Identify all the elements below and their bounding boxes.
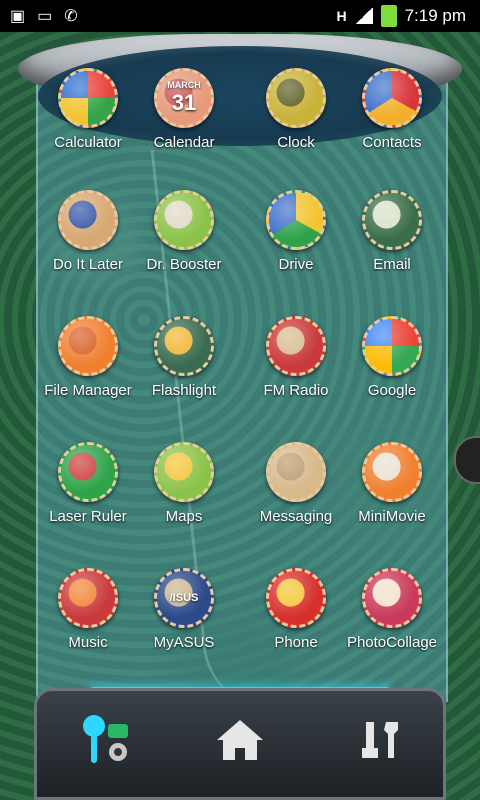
app-do-it-later[interactable]: Do It Later <box>38 190 138 273</box>
app-label: Drive <box>278 256 314 273</box>
drive-icon <box>266 190 326 250</box>
folder-icon <box>58 316 118 376</box>
app-flashlight[interactable]: Flashlight <box>134 316 234 399</box>
message-icon: ▭ <box>37 8 53 25</box>
app-label: MiniMovie <box>358 508 426 525</box>
minimovie-icon <box>362 442 422 502</box>
tools-icon <box>362 722 398 758</box>
network-label: H <box>336 8 347 24</box>
image-icon: ▣ <box>10 8 26 25</box>
radio-icon <box>266 316 326 376</box>
home-icon <box>217 720 263 760</box>
checkmark-icon <box>58 190 118 250</box>
app-label: Calculator <box>54 134 122 151</box>
app-calendar[interactable]: MARCH 31 Calendar <box>134 68 234 151</box>
ruler-icon <box>58 442 118 502</box>
app-laser-ruler[interactable]: Laser Ruler <box>38 442 138 525</box>
app-google[interactable]: Google <box>342 316 442 399</box>
app-label: File Manager <box>44 382 132 399</box>
app-label: Music <box>68 634 108 651</box>
app-label: Clock <box>277 134 315 151</box>
email-icon <box>362 190 422 250</box>
myasus-icon: /ISUS <box>154 568 214 628</box>
contacts-icon <box>362 68 422 128</box>
app-label: Calendar <box>153 134 215 151</box>
phone-icon <box>266 568 326 628</box>
app-maps[interactable]: Maps <box>134 442 234 525</box>
app-label: Email <box>373 256 411 273</box>
photocollage-icon <box>362 568 422 628</box>
app-phone[interactable]: Phone <box>246 568 346 651</box>
calendar-day: 31 <box>171 90 197 115</box>
tools-button[interactable] <box>350 710 410 770</box>
missed-call-icon: ✆ <box>64 8 78 25</box>
app-myasus[interactable]: /ISUS MyASUS <box>134 568 234 651</box>
clock-icon <box>266 68 326 128</box>
clock-time: 7:19 pm <box>404 6 466 25</box>
app-minimovie[interactable]: MiniMovie <box>342 442 442 525</box>
status-bar: ▣ ▭ ✆ H 7:19 pm <box>0 0 480 32</box>
music-icon <box>58 568 118 628</box>
home-button[interactable] <box>210 710 270 770</box>
app-label: Flashlight <box>151 382 217 399</box>
google-icon <box>362 316 422 376</box>
app-label: PhotoCollage <box>346 634 438 651</box>
app-label: Contacts <box>362 134 422 151</box>
app-clock[interactable]: Clock <box>246 68 346 151</box>
app-fm-radio[interactable]: FM Radio <box>246 316 346 399</box>
app-calculator[interactable]: Calculator <box>38 68 138 151</box>
app-dr-booster[interactable]: Dr. Booster <box>134 190 234 273</box>
launcher-settings-button[interactable] <box>78 710 138 770</box>
app-file-manager[interactable]: File Manager <box>38 316 138 399</box>
app-label: MyASUS <box>153 634 215 651</box>
battery-charging-icon <box>380 5 397 27</box>
calendar-month: MARCH <box>167 80 201 90</box>
envelope-icon <box>266 442 326 502</box>
calculator-icon <box>58 68 118 128</box>
app-photocollage[interactable]: PhotoCollage <box>342 568 442 651</box>
signal-icon <box>354 8 373 24</box>
flashlight-icon <box>154 316 214 376</box>
calendar-icon: MARCH 31 <box>154 68 214 128</box>
app-label: Dr. Booster <box>146 256 222 273</box>
app-label: Messaging <box>259 508 333 525</box>
maps-icon <box>154 442 214 502</box>
app-label: FM Radio <box>263 382 329 399</box>
app-label: Do It Later <box>52 256 124 273</box>
app-music[interactable]: Music <box>38 568 138 651</box>
app-label: Phone <box>274 634 318 651</box>
booster-icon <box>154 190 214 250</box>
myasus-logo-text: /ISUS <box>169 592 199 604</box>
android-settings-icon <box>83 715 128 763</box>
app-messaging[interactable]: Messaging <box>246 442 346 525</box>
app-label: Laser Ruler <box>49 508 127 525</box>
app-email[interactable]: Email <box>342 190 442 273</box>
app-drive[interactable]: Drive <box>246 190 346 273</box>
app-contacts[interactable]: Contacts <box>342 68 442 151</box>
app-label: Google <box>367 382 417 399</box>
app-label: Maps <box>165 508 203 525</box>
